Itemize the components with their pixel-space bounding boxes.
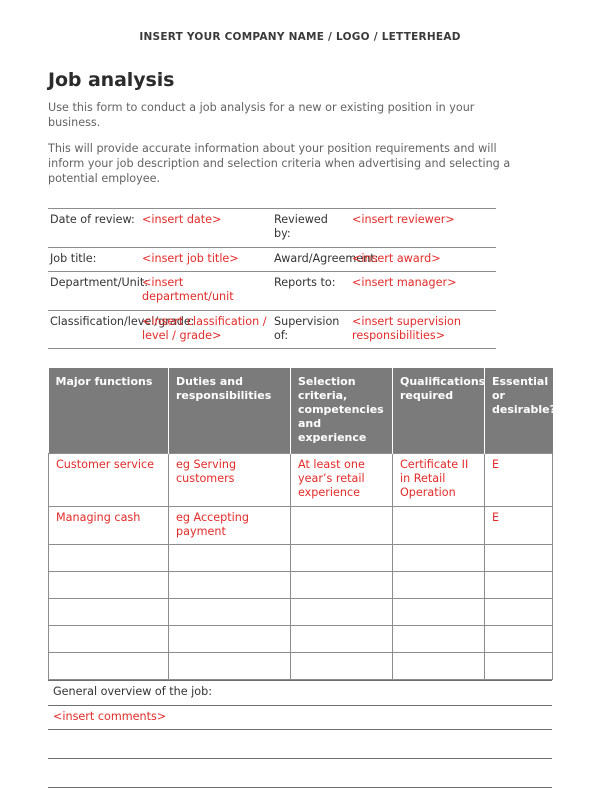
general-overview-table: General overview of the job: <insert com… <box>48 680 552 788</box>
cell-major-function[interactable]: Managing cash <box>48 505 169 546</box>
cell-duties[interactable]: eg Serving customers <box>168 452 291 507</box>
cell-duties[interactable] <box>168 571 291 600</box>
table-row <box>48 625 553 654</box>
cell-qualifications[interactable] <box>392 505 485 546</box>
cell-duties[interactable] <box>168 598 291 627</box>
column-header-duties-responsibilities: Duties and responsibilities <box>168 368 291 454</box>
cell-selection-criteria[interactable] <box>290 598 393 627</box>
cell-qualifications[interactable] <box>392 571 485 600</box>
table-row: Department/Unit: <insert department/unit… <box>48 271 496 311</box>
table-row: Classification/level/grade: <insert clas… <box>48 310 496 350</box>
field-value-department-unit[interactable]: <insert department/unit <box>140 271 272 311</box>
table-row: Managing cash eg Accepting payment E <box>48 505 553 546</box>
cell-essential[interactable] <box>484 544 553 573</box>
general-overview-heading: General overview of the job: <box>48 680 552 706</box>
general-overview-blank-line[interactable] <box>48 758 552 788</box>
cell-qualifications[interactable] <box>392 625 485 654</box>
job-analysis-table-wrapper: Major functions Duties and responsibilit… <box>48 368 556 681</box>
general-overview-wrapper: General overview of the job: <insert com… <box>48 680 552 788</box>
cell-selection-criteria[interactable] <box>290 571 393 600</box>
cell-qualifications[interactable]: Certificate II in Retail Operation <box>392 452 485 507</box>
cell-major-function[interactable] <box>48 652 169 681</box>
table-header-row: Major functions Duties and responsibilit… <box>48 368 556 454</box>
cell-major-function[interactable]: Customer service <box>48 452 169 507</box>
field-label-reports-to: Reports to: <box>272 271 350 311</box>
general-overview-comments[interactable]: <insert comments> <box>48 705 552 731</box>
field-value-classification[interactable]: <insert classification / level / grade> <box>140 310 272 350</box>
cell-essential[interactable] <box>484 625 553 654</box>
cell-duties[interactable] <box>168 625 291 654</box>
field-value-award-agreement[interactable]: <insert award> <box>350 247 496 272</box>
table-row: Job title: <insert job title> Award/Agre… <box>48 247 496 272</box>
field-value-reports-to[interactable]: <insert manager> <box>350 271 496 311</box>
cell-major-function[interactable] <box>48 544 169 573</box>
cell-selection-criteria[interactable]: At least one year’s retail experience <box>290 452 393 507</box>
cell-major-function[interactable] <box>48 571 169 600</box>
table-row: Date of review: <insert date> Reviewed b… <box>48 208 496 248</box>
cell-major-function[interactable] <box>48 598 169 627</box>
field-value-reviewed-by[interactable]: <insert reviewer> <box>350 208 496 248</box>
table-row <box>48 544 553 573</box>
field-value-supervision-of[interactable]: <insert supervision responsibilities> <box>350 310 496 350</box>
job-analysis-table: Major functions Duties and responsibilit… <box>48 368 556 681</box>
field-label-classification: Classification/level/grade: <box>48 310 194 350</box>
field-label-date-of-review: Date of review: <box>48 208 140 248</box>
cell-duties[interactable] <box>168 652 291 681</box>
cell-essential[interactable] <box>484 598 553 627</box>
intro-paragraph-1: Use this form to conduct a job analysis … <box>48 101 475 129</box>
cell-major-function[interactable] <box>48 625 169 654</box>
field-value-job-title[interactable]: <insert job title> <box>140 247 272 272</box>
cell-selection-criteria[interactable] <box>290 652 393 681</box>
job-info-table: Date of review: <insert date> Reviewed b… <box>48 208 496 350</box>
intro-paragraph-2: This will provide accurate information a… <box>48 142 511 185</box>
table-row: <insert comments> <box>48 705 552 731</box>
column-header-essential-or-desirable: Essential or desirable? <box>484 368 556 454</box>
field-label-reviewed-by: Reviewed by: <box>272 208 350 248</box>
page-title: Job analysis <box>48 69 175 91</box>
cell-essential[interactable]: E <box>484 452 553 507</box>
table-row <box>48 758 552 788</box>
table-row: Customer service eg Serving customers At… <box>48 452 553 507</box>
cell-qualifications[interactable] <box>392 544 485 573</box>
letterhead: INSERT YOUR COMPANY NAME / LOGO / LETTER… <box>139 31 461 43</box>
field-label-job-title: Job title: <box>48 247 140 272</box>
column-header-qualifications-required: Qualifications required <box>392 368 485 454</box>
cell-duties[interactable] <box>168 544 291 573</box>
field-value-date-of-review[interactable]: <insert date> <box>140 208 272 248</box>
column-header-selection-criteria: Selection criteria, competencies and exp… <box>290 368 393 454</box>
table-row <box>48 598 553 627</box>
job-info-table-wrapper: Date of review: <insert date> Reviewed b… <box>48 208 496 350</box>
field-label-department-unit: Department/Unit: <box>48 271 148 311</box>
table-row <box>48 571 553 600</box>
cell-essential[interactable] <box>484 571 553 600</box>
cell-selection-criteria[interactable] <box>290 625 393 654</box>
cell-duties[interactable]: eg Accepting payment <box>168 505 291 546</box>
cell-essential[interactable] <box>484 652 553 681</box>
table-row: General overview of the job: <box>48 680 552 706</box>
general-overview-blank-line[interactable] <box>48 729 552 760</box>
document-page: INSERT YOUR COMPANY NAME / LOGO / LETTER… <box>0 0 600 788</box>
table-row <box>48 729 552 760</box>
cell-selection-criteria[interactable] <box>290 544 393 573</box>
cell-selection-criteria[interactable] <box>290 505 393 546</box>
field-label-award-agreement: Award/Agreement: <box>272 247 378 272</box>
cell-qualifications[interactable] <box>392 598 485 627</box>
column-header-major-functions: Major functions <box>48 368 169 454</box>
field-label-supervision-of: Supervision of: <box>272 310 350 350</box>
cell-essential[interactable]: E <box>484 505 553 546</box>
table-row <box>48 652 553 681</box>
cell-qualifications[interactable] <box>392 652 485 681</box>
